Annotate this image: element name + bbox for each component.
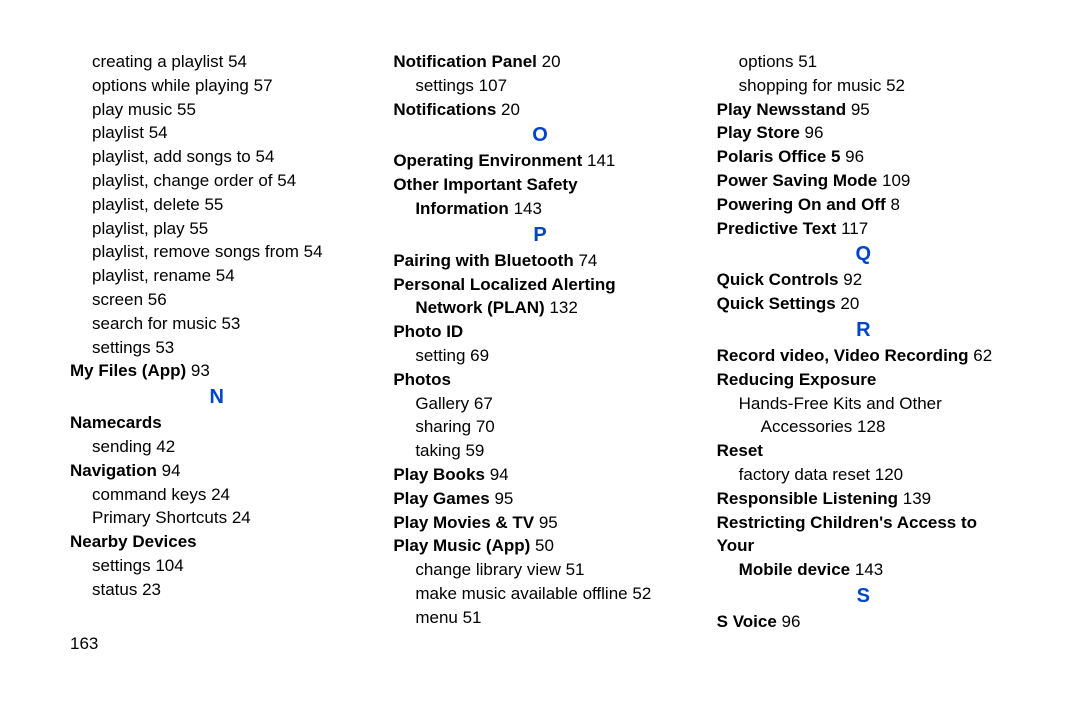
index-entry: options 51 — [717, 50, 1010, 74]
index-entry: Pairing with Bluetooth 74 — [393, 249, 686, 273]
index-entry: Gallery 67 — [393, 392, 686, 416]
index-entry: setting 69 — [393, 344, 686, 368]
index-entry: My Files (App) 93 — [70, 359, 363, 383]
index-entry: Play Books 94 — [393, 463, 686, 487]
index-entry: playlist, add songs to 54 — [70, 145, 363, 169]
section-letter-r: R — [717, 316, 1010, 344]
index-entry: Reducing Exposure — [717, 368, 1010, 392]
column-1: creating a playlist 54 options while pla… — [70, 50, 363, 655]
index-entry: Accessories 128 — [717, 415, 1010, 439]
index-entry: playlist, rename 54 — [70, 264, 363, 288]
index-entry: sharing 70 — [393, 415, 686, 439]
section-letter-s: S — [717, 582, 1010, 610]
index-entry: factory data reset 120 — [717, 463, 1010, 487]
index-entry: Polaris Office 5 96 — [717, 145, 1010, 169]
index-entry: search for music 53 — [70, 312, 363, 336]
index-entry: playlist, remove songs from 54 — [70, 240, 363, 264]
index-entry: Information 143 — [393, 197, 686, 221]
index-entry: Reset — [717, 439, 1010, 463]
index-entry: Photo ID — [393, 320, 686, 344]
index-entry: play music 55 — [70, 98, 363, 122]
column-2: Notification Panel 20 settings 107 Notif… — [393, 50, 686, 655]
section-letter-p: P — [393, 221, 686, 249]
index-entry: make music available offline 52 — [393, 582, 686, 606]
index-entry: Photos — [393, 368, 686, 392]
index-entry: sending 42 — [70, 435, 363, 459]
index-entry: Namecards — [70, 411, 363, 435]
index-entry: Play Music (App) 50 — [393, 534, 686, 558]
index-entry: options while playing 57 — [70, 74, 363, 98]
index-entry: creating a playlist 54 — [70, 50, 363, 74]
index-entry: playlist, play 55 — [70, 217, 363, 241]
index-entry: Play Newsstand 95 — [717, 98, 1010, 122]
index-entry: Record video, Video Recording 62 — [717, 344, 1010, 368]
index-entry: Hands-Free Kits and Other — [717, 392, 1010, 416]
index-entry: Powering On and Off 8 — [717, 193, 1010, 217]
index-entry: Play Games 95 — [393, 487, 686, 511]
index-entry: Responsible Listening 139 — [717, 487, 1010, 511]
index-entry: Notifications 20 — [393, 98, 686, 122]
index-entry: taking 59 — [393, 439, 686, 463]
index-entry: Play Movies & TV 95 — [393, 511, 686, 535]
index-entry: Notification Panel 20 — [393, 50, 686, 74]
page-number: 163 — [70, 632, 363, 656]
index-entry: status 23 — [70, 578, 363, 602]
index-entry: Mobile device 143 — [717, 558, 1010, 582]
index-page: creating a playlist 54 options while pla… — [0, 0, 1080, 655]
column-3: options 51 shopping for music 52 Play Ne… — [717, 50, 1010, 655]
index-entry: command keys 24 — [70, 483, 363, 507]
section-letter-n: N — [70, 383, 363, 411]
index-entry: Quick Settings 20 — [717, 292, 1010, 316]
index-entry: settings 107 — [393, 74, 686, 98]
index-entry: Play Store 96 — [717, 121, 1010, 145]
index-entry: Other Important Safety — [393, 173, 686, 197]
index-entry: screen 56 — [70, 288, 363, 312]
index-entry: Network (PLAN) 132 — [393, 296, 686, 320]
index-entry: Personal Localized Alerting — [393, 273, 686, 297]
index-entry: playlist, change order of 54 — [70, 169, 363, 193]
section-letter-q: Q — [717, 240, 1010, 268]
index-entry: shopping for music 52 — [717, 74, 1010, 98]
index-entry: playlist 54 — [70, 121, 363, 145]
index-entry: menu 51 — [393, 606, 686, 630]
index-entry: settings 104 — [70, 554, 363, 578]
index-entry: S Voice 96 — [717, 610, 1010, 634]
index-entry: Predictive Text 117 — [717, 217, 1010, 241]
index-entry: Quick Controls 92 — [717, 268, 1010, 292]
index-entry: Restricting Children's Access to Your — [717, 511, 1010, 559]
index-entry: Nearby Devices — [70, 530, 363, 554]
index-entry: Operating Environment 141 — [393, 149, 686, 173]
index-entry: playlist, delete 55 — [70, 193, 363, 217]
index-entry: settings 53 — [70, 336, 363, 360]
section-letter-o: O — [393, 121, 686, 149]
index-entry: change library view 51 — [393, 558, 686, 582]
index-entry: Power Saving Mode 109 — [717, 169, 1010, 193]
index-entry: Primary Shortcuts 24 — [70, 506, 363, 530]
index-entry: Navigation 94 — [70, 459, 363, 483]
